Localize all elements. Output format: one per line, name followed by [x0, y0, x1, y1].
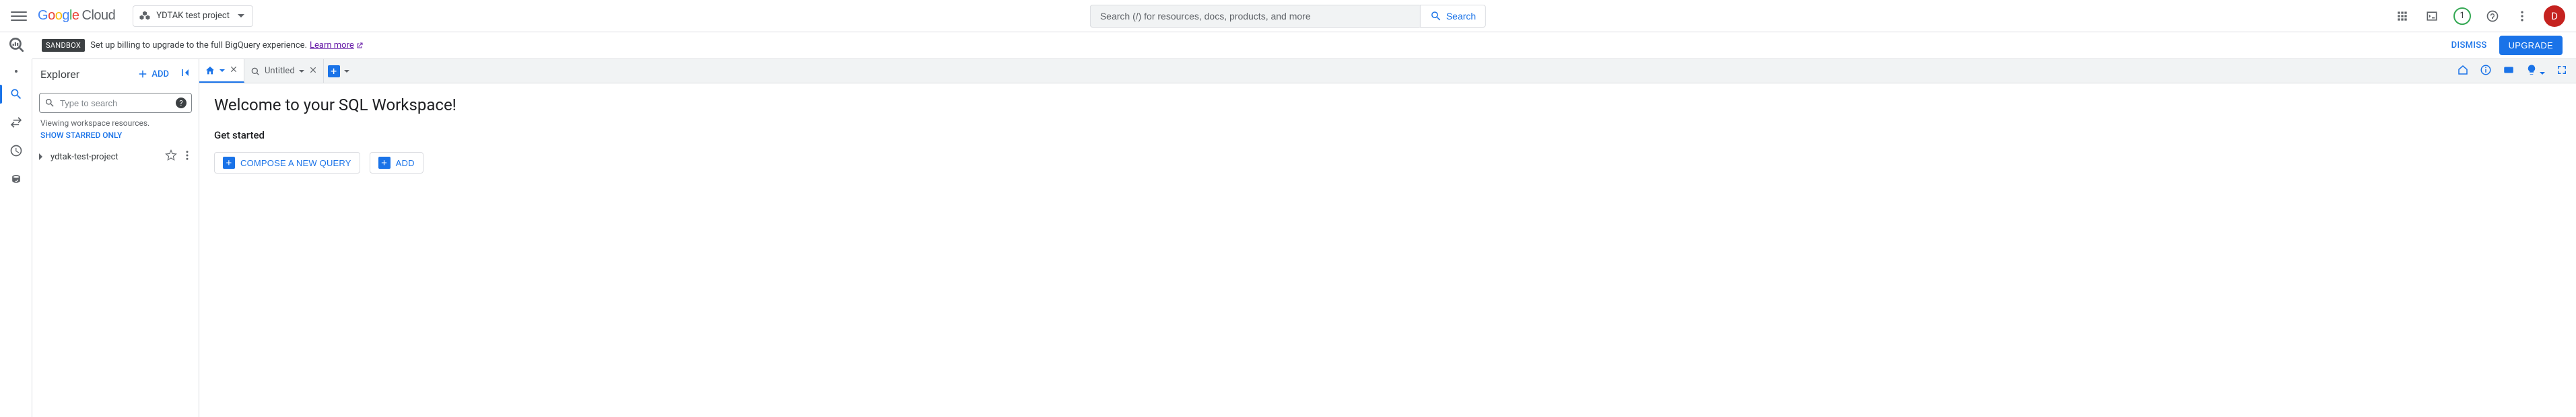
- query-icon: [250, 66, 261, 77]
- compose-query-button[interactable]: + COMPOSE A NEW QUERY: [214, 152, 360, 174]
- rail-admin[interactable]: [0, 165, 32, 192]
- below-header: SANDBOX Set up billing to upgrade to the…: [0, 32, 2576, 59]
- explorer-search: ?: [39, 93, 192, 113]
- explorer-title: Explorer: [40, 68, 79, 81]
- project-icon: [139, 10, 151, 22]
- info-icon[interactable]: [2480, 64, 2492, 79]
- icon-rail: [0, 59, 32, 417]
- rail-scheduled[interactable]: [0, 137, 32, 164]
- project-tree-row[interactable]: ydtak-test-project: [32, 147, 199, 167]
- close-tab-button[interactable]: [308, 65, 318, 77]
- top-header: GoogleCloud YDTAK test project Search 1 …: [0, 0, 2576, 32]
- search-bar: Search: [1090, 5, 1486, 28]
- show-starred-link[interactable]: SHOW STARRED ONLY: [32, 128, 199, 147]
- plus-icon: +: [223, 157, 235, 169]
- search-button[interactable]: Search: [1420, 5, 1486, 28]
- new-tab-button[interactable]: +: [328, 65, 340, 77]
- learn-more-link[interactable]: Learn more: [310, 40, 364, 50]
- fullscreen-icon[interactable]: [2556, 64, 2568, 79]
- apps-icon[interactable]: [2394, 8, 2410, 24]
- caret-down-icon[interactable]: [219, 69, 225, 72]
- project-picker[interactable]: YDTAK test project: [133, 5, 253, 27]
- more-vert-icon[interactable]: [181, 149, 193, 164]
- star-icon[interactable]: [165, 149, 177, 164]
- tab-untitled[interactable]: Untitled: [244, 59, 324, 83]
- new-tab: +: [324, 59, 353, 83]
- tab-label: Untitled: [265, 66, 295, 76]
- plus-icon: [137, 68, 149, 80]
- get-started-heading: Get started: [214, 129, 2561, 141]
- lightbulb-icon[interactable]: [2526, 64, 2545, 79]
- search-icon: [44, 98, 55, 108]
- upgrade-button[interactable]: UPGRADE: [2499, 36, 2563, 55]
- notifications-badge[interactable]: 1: [2453, 7, 2471, 25]
- project-tree-label: ydtak-test-project: [50, 152, 118, 162]
- sandbox-notice: SANDBOX Set up billing to upgrade to the…: [32, 32, 2576, 59]
- rail-dot: [15, 70, 18, 73]
- tab-bar: Untitled +: [199, 59, 2576, 83]
- menu-icon[interactable]: [11, 8, 27, 24]
- welcome-title: Welcome to your SQL Workspace!: [214, 96, 2561, 114]
- keyboard-icon[interactable]: [2503, 64, 2515, 79]
- dismiss-button[interactable]: DISMISS: [2451, 40, 2487, 50]
- tabbar-right: [2457, 59, 2576, 83]
- caret-down-icon[interactable]: [299, 70, 304, 73]
- google-cloud-logo[interactable]: GoogleCloud: [38, 8, 115, 24]
- external-link-icon: [355, 42, 364, 50]
- home-shortcut-icon[interactable]: [2457, 64, 2469, 79]
- home-icon: [205, 65, 215, 76]
- new-tab-menu[interactable]: [344, 70, 349, 73]
- rail-sql-workspace[interactable]: [0, 81, 32, 108]
- rail-transfers[interactable]: [0, 109, 32, 136]
- add-button[interactable]: + ADD: [370, 152, 423, 174]
- main-panel: Untitled + Welcome to your SQL Workspace…: [199, 59, 2576, 417]
- expand-arrow-icon[interactable]: [39, 153, 42, 160]
- notice-text: Set up billing to upgrade to the full Bi…: [90, 40, 307, 50]
- explorer-panel: Explorer ADD ? Viewing workspace resourc…: [32, 59, 199, 417]
- search-help-icon[interactable]: ?: [176, 98, 187, 108]
- plus-icon: +: [378, 157, 391, 169]
- help-icon[interactable]: [2484, 8, 2501, 24]
- more-vert-icon[interactable]: [2514, 8, 2530, 24]
- collapse-panel-button[interactable]: [178, 66, 192, 82]
- header-right: 1 D: [2394, 5, 2565, 27]
- avatar[interactable]: D: [2544, 5, 2565, 27]
- tab-home[interactable]: [199, 59, 244, 83]
- explorer-search-input[interactable]: [39, 93, 192, 113]
- body: Explorer ADD ? Viewing workspace resourc…: [0, 59, 2576, 417]
- search-input[interactable]: [1090, 5, 1420, 28]
- explorer-add-button[interactable]: ADD: [137, 68, 169, 80]
- cloud-shell-icon[interactable]: [2424, 8, 2440, 24]
- explorer-subtext: Viewing workspace resources.: [32, 117, 199, 128]
- search-icon: [1430, 10, 1442, 22]
- project-name: YDTAK test project: [156, 11, 230, 21]
- sandbox-badge: SANDBOX: [42, 39, 85, 52]
- close-tab-button[interactable]: [229, 65, 238, 77]
- bigquery-logo[interactable]: [0, 32, 32, 59]
- welcome-pane: Welcome to your SQL Workspace! Get start…: [199, 83, 2576, 186]
- caret-down-icon: [238, 14, 244, 17]
